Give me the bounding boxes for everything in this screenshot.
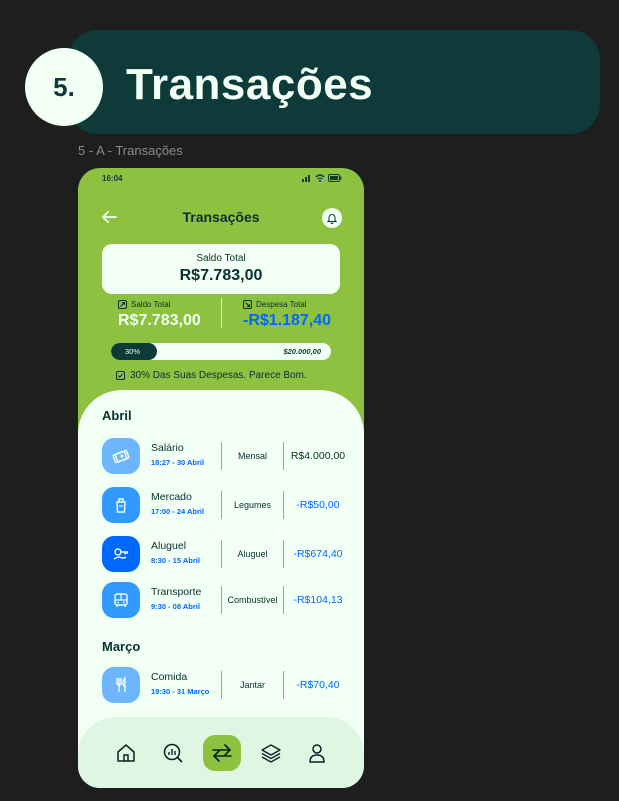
transaction-date: 18:27 - 30 Abril (151, 458, 205, 467)
battery-icon (328, 174, 342, 182)
transaction-item[interactable]: Aluguel 8:30 - 15 Abril Aluguel -R$674,4… (102, 536, 352, 574)
layers-icon (261, 744, 281, 763)
income-icon (118, 300, 127, 309)
transaction-category: Legumes (233, 500, 272, 510)
status-bar: 16:04 (78, 168, 364, 192)
transaction-category: Jantar (239, 680, 265, 690)
nav-profile[interactable] (298, 735, 336, 771)
expense-stat-value: -R$1.187,40 (243, 312, 332, 329)
transaction-name: Aluguel (151, 540, 187, 552)
nav-analysis[interactable] (154, 735, 192, 771)
transaction-item[interactable]: Transporte 9:30 - 08 Abril Combustível -… (102, 582, 352, 620)
transaction-amount: R$4.000,00 (290, 450, 346, 462)
signal-icon (302, 175, 310, 182)
transactions-icon (212, 744, 232, 762)
cutlery-icon (102, 667, 140, 703)
transaction-name: Salário (151, 442, 184, 454)
stats-divider (221, 298, 222, 328)
transaction-category: Mensal (237, 451, 267, 461)
transaction-item[interactable]: Mercado 17:00 - 24 Abril Legumes -R$50,0… (102, 487, 352, 525)
expense-note: 30% Das Suas Despesas. Parece Bom. (116, 370, 307, 381)
progress-max: $20.000,00 (283, 347, 321, 356)
transaction-name: Mercado (151, 491, 192, 503)
bus-icon (102, 582, 140, 618)
transaction-date: 9:30 - 08 Abril (151, 602, 200, 611)
home-icon (117, 744, 135, 762)
bell-icon (326, 214, 338, 224)
transaction-item[interactable]: Salário 18:27 - 30 Abril Mensal R$4.000,… (102, 438, 352, 476)
balance-stat-label: Saldo Total (131, 300, 171, 309)
status-icons (302, 174, 342, 182)
transaction-category: Aluguel (237, 549, 268, 559)
grocery-icon (102, 487, 140, 523)
notification-button[interactable] (322, 208, 342, 228)
balance-stat-value: R$7.783,00 (118, 312, 201, 329)
expense-stat-label: Despesa Total (256, 300, 307, 309)
expense-stat: Despesa Total -R$1.187,40 (243, 300, 331, 330)
transaction-amount: -R$50,00 (296, 499, 340, 511)
expense-progress-bar: 30% $20.000,00 (111, 343, 331, 360)
money-icon (102, 438, 140, 474)
month-heading: Abril (102, 408, 132, 423)
total-balance-label: Saldo Total (196, 253, 246, 264)
transaction-amount: -R$674,40 (293, 548, 343, 560)
month-heading: Março (102, 639, 141, 654)
total-balance-value: R$7.783,00 (179, 267, 263, 284)
wifi-icon (315, 174, 325, 182)
nav-categories[interactable] (252, 735, 290, 771)
balance-stat: Saldo Total R$7.783,00 (118, 300, 201, 330)
phone-screen: 16:04 Transações Saldo Total R$7.783,00 … (78, 168, 364, 788)
transaction-name: Comida (151, 671, 188, 683)
frame-label: 5 - A - Transações (78, 143, 183, 158)
transaction-date: 17:00 - 24 Abril (151, 507, 205, 516)
analysis-icon (163, 743, 183, 763)
section-title: Transações (126, 60, 374, 109)
expense-note-text: 30% Das Suas Despesas. Parece Bom. (130, 370, 307, 381)
checkbox-icon (116, 371, 125, 380)
bottom-nav (78, 717, 364, 788)
total-balance-card: Saldo Total R$7.783,00 (102, 244, 340, 294)
status-time: 16:04 (102, 174, 123, 183)
profile-icon (309, 744, 325, 763)
nav-home[interactable] (107, 735, 145, 771)
transaction-amount: -R$104,13 (293, 594, 343, 606)
progress-percent: 30% (125, 347, 141, 356)
transaction-name: Transporte (151, 586, 202, 598)
section-number: 5. (25, 48, 103, 126)
transaction-date: 19:30 - 31 Março (151, 687, 210, 696)
transaction-amount: -R$70,40 (296, 679, 340, 691)
nav-transactions[interactable] (203, 735, 241, 771)
transaction-category: Combustível (227, 595, 278, 605)
transaction-item[interactable]: Comida 19:30 - 31 Março Jantar -R$70,40 (102, 667, 352, 705)
key-icon (102, 536, 140, 572)
transaction-date: 8:30 - 15 Abril (151, 556, 200, 565)
expense-icon (243, 300, 252, 309)
